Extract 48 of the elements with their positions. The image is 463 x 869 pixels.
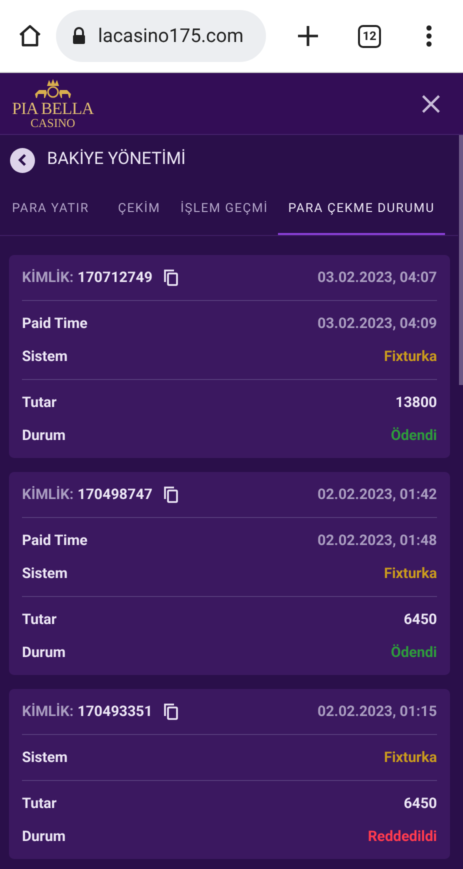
lock-icon [72, 27, 86, 45]
logo[interactable]: PIA BELLA CASINO [12, 78, 94, 129]
row-value: 13800 [395, 392, 437, 413]
row-label: Durum [22, 642, 66, 663]
tab[interactable]: ÇEKİM [108, 185, 170, 235]
row-value: Ödendi [390, 642, 437, 663]
back-button[interactable] [10, 148, 35, 172]
crown-horses-icon [32, 78, 73, 100]
row-label: Paid Time [22, 530, 88, 551]
row-value: Fixturka [384, 748, 437, 768]
row-label: Tutar [22, 610, 57, 630]
id-value: 170493351 [78, 702, 152, 722]
row-value: 6450 [404, 794, 437, 814]
url-text: lacasino175.com [98, 22, 244, 49]
row-value: Fixturka [384, 346, 437, 367]
row-label: Sistem [22, 346, 68, 367]
row-label: Sistem [22, 748, 68, 768]
page-title: BAKİYE YÖNETİMİ [47, 148, 186, 172]
tab[interactable]: PARA YATIR [12, 185, 108, 235]
row-value: 03.02.2023, 04:09 [318, 314, 437, 334]
id-label: KİMLİK: [22, 268, 74, 288]
created-date: 03.02.2023, 04:07 [318, 268, 437, 288]
id-label: KİMLİK: [22, 702, 74, 722]
logo-subtitle: CASINO [30, 117, 76, 129]
row-label: Tutar [22, 794, 57, 814]
created-date: 02.02.2023, 01:15 [318, 702, 437, 722]
row-value: 6450 [404, 610, 437, 630]
row-label: Durum [22, 826, 66, 847]
id-value: 170712749 [78, 268, 152, 288]
row-label: Sistem [22, 564, 68, 584]
copy-icon[interactable] [164, 703, 178, 720]
row-value: 02.02.2023, 01:48 [318, 530, 437, 551]
id-label: KİMLİK: [22, 484, 74, 505]
row-value: Fixturka [384, 564, 437, 584]
tab[interactable]: PARA ÇEKME DURUMU [278, 185, 445, 235]
row-value: Reddedildi [368, 826, 437, 847]
created-date: 02.02.2023, 01:42 [318, 484, 437, 505]
id-value: 170498747 [78, 484, 152, 505]
row-label: Durum [22, 426, 66, 446]
tab[interactable]: İŞLEM GEÇMİ [170, 185, 278, 235]
logo-title: PIA BELLA [12, 100, 94, 117]
row-value: Ödendi [390, 426, 437, 446]
copy-icon[interactable] [164, 486, 178, 503]
row-label: Paid Time [22, 314, 88, 334]
address-bar[interactable]: lacasino175.com [56, 10, 266, 62]
tab-count-button[interactable]: 12 [358, 24, 381, 48]
row-label: Tutar [22, 392, 57, 413]
copy-icon[interactable] [164, 269, 178, 286]
